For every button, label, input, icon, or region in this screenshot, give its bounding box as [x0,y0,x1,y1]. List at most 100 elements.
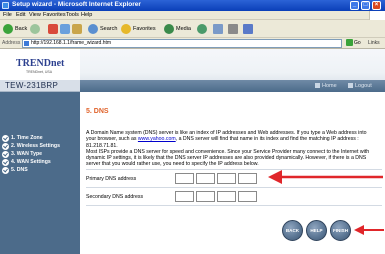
windows-logo-icon [369,11,385,20]
logo-subtext: TRENDnet, USA [26,70,53,74]
secondary-dns-octet-2[interactable] [196,191,215,202]
row-divider [86,187,382,188]
secondary-dns-octet-3[interactable] [217,191,236,202]
wizard-step-label: 3. WAN Type [11,151,43,157]
check-icon [2,135,9,142]
logout-link-label: Logout [355,83,372,89]
media-button-label: Media [176,26,191,32]
back-button[interactable]: Back [3,23,27,35]
secondary-dns-octet-4[interactable] [238,191,257,202]
edit-icon [243,23,253,34]
home-icon [315,83,320,89]
mail-icon [213,23,223,34]
window-title-bar: Setup wizard - Microsoft Internet Explor… [0,0,385,11]
menu-help[interactable]: Help [81,12,92,18]
home-icon [72,23,82,34]
browser-toolbar: Back Search Favorites Media [0,20,385,38]
close-button[interactable]: × [372,1,381,10]
annotation-arrow-finish [354,225,384,235]
go-arrow-icon [346,39,353,47]
go-button[interactable]: Go [346,39,364,48]
help-button[interactable]: HELP [306,220,327,241]
menu-tools[interactable]: Tools [66,12,79,18]
yahoo-link[interactable]: www.yahoo.com [138,136,176,142]
page-icon [24,41,29,46]
refresh-button[interactable] [60,23,72,35]
go-label: Go [354,40,361,46]
forward-button[interactable] [30,23,42,35]
search-icon [88,23,98,34]
address-url: http://192.168.1.1/frame_wizard.htm [31,40,112,46]
history-icon [197,23,207,34]
search-button[interactable]: Search [88,23,117,35]
model-banner: TEW-231BRP [0,80,80,92]
page-viewport: TRENDnet TRENDnet, USA TEW-231BRP 1. Tim… [0,49,385,254]
primary-dns-octet-4[interactable] [238,173,257,184]
menu-view[interactable]: View [29,12,41,18]
back-button-label: Back [15,26,28,32]
links-button[interactable]: Links [368,40,380,46]
stop-button[interactable] [48,23,60,35]
refresh-icon [60,23,70,34]
wizard-step-label: 1. Time Zone [11,135,43,141]
edit-button[interactable] [243,23,255,35]
menu-bar: File Edit View Favorites Tools Help [0,11,385,20]
maximize-button[interactable]: □ [361,1,370,10]
minimize-button[interactable]: _ [350,1,359,10]
logo-text: TRENDnet [16,58,65,69]
menu-edit[interactable]: Edit [16,12,25,18]
print-button[interactable] [228,23,240,35]
check-icon [2,143,9,150]
primary-dns-octet-1[interactable] [175,173,194,184]
logout-link[interactable]: Logout [348,82,372,90]
history-button[interactable] [197,23,209,35]
page-header: Home Logout [80,49,385,92]
media-button[interactable]: Media [164,23,191,35]
home-link-label: Home [322,83,337,89]
model-name: TEW-231BRP [5,81,59,90]
search-button-label: Search [100,26,118,32]
check-icon [2,167,9,174]
secondary-dns-row: Secondary DNS address [86,191,382,203]
header-strip [80,80,385,92]
wizard-sidebar: TRENDnet TRENDnet, USA TEW-231BRP 1. Tim… [0,49,80,254]
secondary-dns-octet-1[interactable] [175,191,194,202]
address-label: Address [2,40,21,46]
address-input[interactable]: http://192.168.1.1/frame_wizard.htm [22,39,342,48]
finish-button[interactable]: FINISH [330,220,351,241]
section-description: A Domain Name system (DNS) server is lik… [86,130,378,168]
logout-icon [348,83,353,89]
menu-favorites[interactable]: Favorites [43,12,66,18]
primary-dns-octet-2[interactable] [196,173,215,184]
home-toolbar-button[interactable] [72,23,84,35]
print-icon [228,23,238,34]
ie-icon [2,2,9,9]
wizard-step-label: 4. WAN Settings [11,159,51,165]
favorites-star-icon [121,23,131,34]
wizard-content: 5. DNS A Domain Name system (DNS) server… [80,92,385,254]
window-title: Setup wizard - Microsoft Internet Explor… [12,1,141,8]
back-arrow-icon [3,23,13,34]
trendnet-logo: TRENDnet TRENDnet, USA [0,49,80,80]
favorites-button[interactable]: Favorites [121,23,156,35]
stop-icon [48,23,58,34]
address-bar: Address http://192.168.1.1/frame_wizard.… [0,38,385,49]
wizard-step-label: 5. DNS [11,167,28,173]
section-title: 5. DNS [86,108,109,115]
annotation-arrow-dns [268,170,383,184]
back-nav-button[interactable]: BACK [282,220,303,241]
menu-file[interactable]: File [3,12,12,18]
primary-dns-octet-3[interactable] [217,173,236,184]
primary-dns-label: Primary DNS address [86,176,137,182]
forward-arrow-icon [30,23,40,34]
check-icon [2,151,9,158]
secondary-dns-label: Secondary DNS address [86,194,144,200]
check-icon [2,159,9,166]
mail-button[interactable] [213,23,225,35]
description-text-3: Most ISPs provide a DNS server for speed… [86,148,370,168]
home-link[interactable]: Home [315,82,337,90]
row-divider [86,205,382,206]
media-icon [164,23,174,34]
favorites-button-label: Favorites [133,26,156,32]
wizard-step-label: 2. Wireless Settings [11,143,60,149]
